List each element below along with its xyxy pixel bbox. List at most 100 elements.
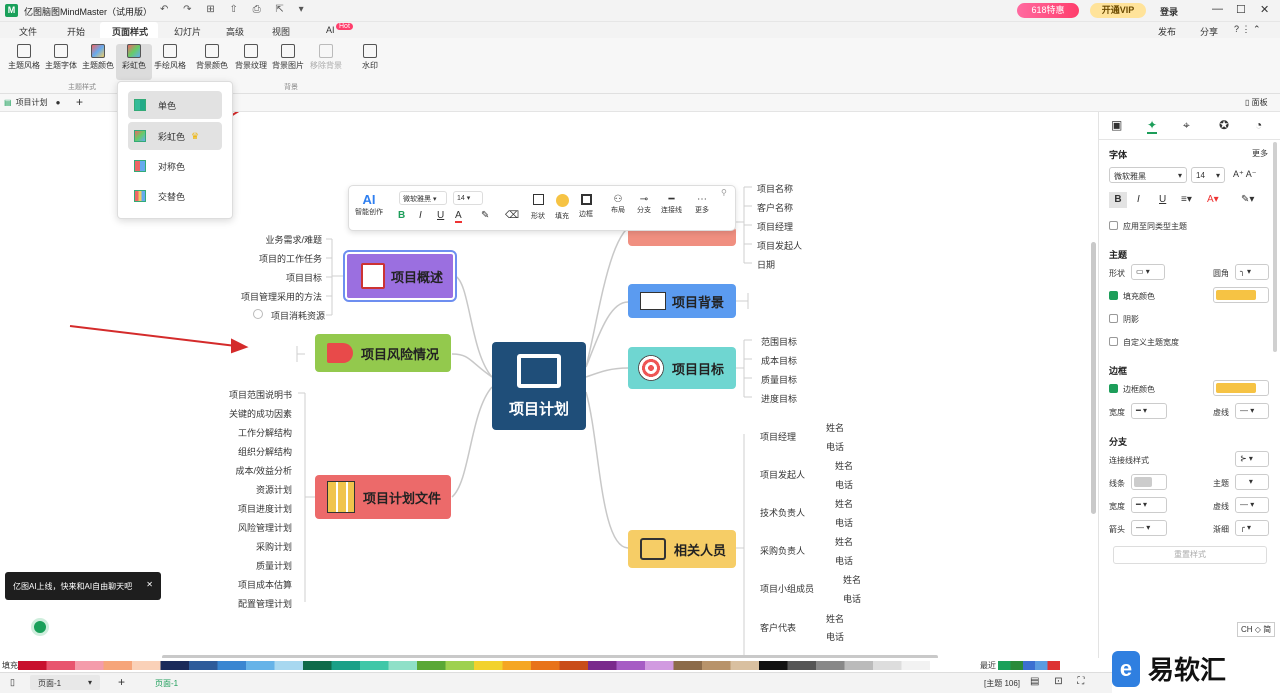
quick-access-toolbar: ↶ ↷ ⊞ ⇧ ⎙ ⇱ ▾ xyxy=(160,4,310,15)
dropdown-symmetric[interactable]: 对称色 xyxy=(128,152,222,180)
font-family-select[interactable]: 微软雅黑 ▾ xyxy=(1109,167,1187,183)
page-select[interactable]: 页面-1 ▾ xyxy=(30,675,100,690)
bg-image-button[interactable]: 背景图片 xyxy=(270,44,306,80)
color-swatches[interactable] xyxy=(18,661,968,670)
dropdown-rainbow[interactable]: 彩虹色 ♛ xyxy=(128,122,222,150)
menu-view[interactable]: 视图 xyxy=(272,25,290,38)
menu-page-style[interactable]: 页面样式 xyxy=(112,25,148,38)
vertical-scrollbar[interactable] xyxy=(1091,242,1096,514)
taper-select[interactable]: ╭ ▾ xyxy=(1235,520,1269,536)
border-color-picker[interactable] xyxy=(1213,380,1269,396)
shape-select[interactable]: ▭ ▾ xyxy=(1131,264,1165,280)
badge-tab-icon[interactable]: ✪ xyxy=(1219,118,1229,132)
rainbow-color-button[interactable]: 彩虹色 xyxy=(116,44,152,80)
share-button[interactable]: 分享 xyxy=(1200,25,1218,38)
reset-style-button[interactable]: 重置样式 xyxy=(1113,546,1267,564)
vip-button[interactable]: 开通VIP xyxy=(1090,3,1146,18)
line-color-select[interactable] xyxy=(1131,474,1167,490)
menu-start[interactable]: 开始 xyxy=(67,25,85,38)
alternate-icon xyxy=(134,190,146,202)
font-section-title: 字体 xyxy=(1109,150,1128,160)
branch-dash-select[interactable]: — ▾ xyxy=(1235,497,1269,513)
rainbow-icon xyxy=(134,130,146,142)
arrow-select[interactable]: — ▾ xyxy=(1131,520,1167,536)
shape-label: 形状 xyxy=(1109,269,1125,278)
recent-swatches[interactable] xyxy=(998,661,1060,670)
help-icon[interactable]: ? ⋮ ⌃ xyxy=(1234,24,1261,35)
font-size-select[interactable]: 14 ▾ xyxy=(1191,167,1225,183)
menu-file[interactable]: 文件 xyxy=(19,25,37,38)
branch-width-label: 宽度 xyxy=(1109,502,1125,511)
single-color-icon xyxy=(134,99,146,111)
line-style-select[interactable]: ⊱ ▾ xyxy=(1235,451,1269,467)
login-button[interactable]: 登录 xyxy=(1160,5,1178,18)
branch-width-select[interactable]: ━ ▾ xyxy=(1131,497,1167,513)
corner-select[interactable]: ╮ ▾ xyxy=(1235,264,1269,280)
line-style-label: 连接线样式 xyxy=(1109,456,1149,465)
palette-recent-label: 最近 xyxy=(980,661,996,670)
align-icon[interactable]: ≡▾ xyxy=(1181,194,1192,205)
minimize-icon[interactable]: — xyxy=(1212,3,1223,15)
custom-width-label: 自定义主题宽度 xyxy=(1123,338,1179,347)
unsaved-dot-icon: ● xyxy=(55,98,61,107)
page-tab[interactable]: 页面-1 xyxy=(155,678,178,689)
underline-toggle[interactable]: U xyxy=(1159,194,1166,205)
menu-ai[interactable]: AI xyxy=(326,25,335,35)
hand-drawn-button[interactable]: 手绘风格 xyxy=(152,44,188,80)
panel-tabs: ▣ ✦ ⌖ ✪ ◔ xyxy=(1099,112,1280,140)
watermark-button[interactable]: 水印 xyxy=(352,44,388,80)
view-mode-icons[interactable]: ▤ ⊡ ⛶ xyxy=(1030,676,1090,687)
panel-scrollbar[interactable] xyxy=(1273,142,1277,352)
fill-color-picker[interactable] xyxy=(1213,287,1269,303)
shadow-checkbox[interactable] xyxy=(1109,314,1118,323)
bg-color-button[interactable]: 背景颜色 xyxy=(194,44,230,80)
ai-hot-badge: Hot xyxy=(336,23,353,30)
border-width-select[interactable]: ━ ▾ xyxy=(1131,403,1167,419)
title-bar: M 亿图脑图MindMaster（试用版） ↶ ↷ ⊞ ⇧ ⎙ ⇱ ▾ 618特… xyxy=(0,0,1280,22)
status-bar: ▯ 页面-1 ▾ + 页面-1 [主题 106] ▤ ⊡ ⛶ xyxy=(0,672,1280,693)
page-list-icon[interactable]: ▯ xyxy=(10,677,15,688)
history-tab-icon[interactable]: ◔ xyxy=(1255,118,1262,132)
border-color-checkbox[interactable] xyxy=(1109,384,1118,393)
panel-toggle[interactable]: ▯ 面板 xyxy=(1245,97,1268,108)
style-tab-icon[interactable]: ▣ xyxy=(1111,118,1122,132)
bg-texture-button[interactable]: 背景纹理 xyxy=(233,44,269,80)
add-page-icon[interactable]: + xyxy=(118,675,125,689)
custom-width-checkbox[interactable] xyxy=(1109,337,1118,346)
ime-indicator: CH ◇ 简 xyxy=(1237,622,1276,637)
magic-tab-icon[interactable]: ✦ xyxy=(1147,118,1158,134)
theme-style-button[interactable]: 主题风格 xyxy=(6,44,42,80)
publish-button[interactable]: 发布 xyxy=(1158,25,1176,38)
theme-color-button[interactable]: 主题颜色 xyxy=(80,44,116,80)
apply-same-checkbox[interactable] xyxy=(1109,221,1118,230)
font-grow-icon[interactable]: A⁺ A⁻ xyxy=(1233,169,1257,180)
menu-slides[interactable]: 幻灯片 xyxy=(174,25,201,38)
italic-toggle[interactable]: I xyxy=(1137,194,1140,205)
location-tab-icon[interactable]: ⌖ xyxy=(1183,118,1190,133)
dropdown-single-color[interactable]: 单色 xyxy=(128,91,222,119)
border-width-label: 宽度 xyxy=(1109,408,1125,417)
remove-bg-button[interactable]: 移除背景 xyxy=(308,44,344,80)
fill-color-checkbox[interactable] xyxy=(1109,291,1118,300)
theme-font-button[interactable]: 主题字体 xyxy=(43,44,79,80)
promo-badge[interactable]: 618特惠 xyxy=(1017,3,1079,18)
arrow-label: 箭头 xyxy=(1109,525,1125,534)
bold-toggle[interactable]: B xyxy=(1109,192,1127,208)
mindmap-icon: ▤ xyxy=(4,98,12,107)
add-tab-icon[interactable]: + xyxy=(76,95,83,109)
border-swatch xyxy=(1216,383,1256,393)
more-link[interactable]: 更多 xyxy=(1252,148,1268,159)
close-icon[interactable]: ✕ xyxy=(1260,3,1269,16)
line-label: 线条 xyxy=(1109,479,1125,488)
highlight-icon[interactable]: ✎▾ xyxy=(1241,194,1254,205)
fill-color-label: 填充颜色 xyxy=(1123,292,1155,301)
border-dash-select[interactable]: — ▾ xyxy=(1235,403,1269,419)
text-color-icon[interactable]: A▾ xyxy=(1207,194,1219,205)
theme-section-title: 主题 xyxy=(1109,250,1128,260)
maximize-icon[interactable]: ☐ xyxy=(1236,3,1246,16)
dropdown-alternate[interactable]: 交替色 xyxy=(128,182,222,210)
menu-advanced[interactable]: 高级 xyxy=(226,25,244,38)
doc-tab[interactable]: ▤ 项目计划 ● xyxy=(4,97,60,108)
topic-select[interactable]: ▾ xyxy=(1235,474,1269,490)
menu-bar: 文件 开始 页面样式 幻灯片 高级 视图 AI Hot 发布 分享 ? ⋮ ⌃ xyxy=(0,22,1280,38)
